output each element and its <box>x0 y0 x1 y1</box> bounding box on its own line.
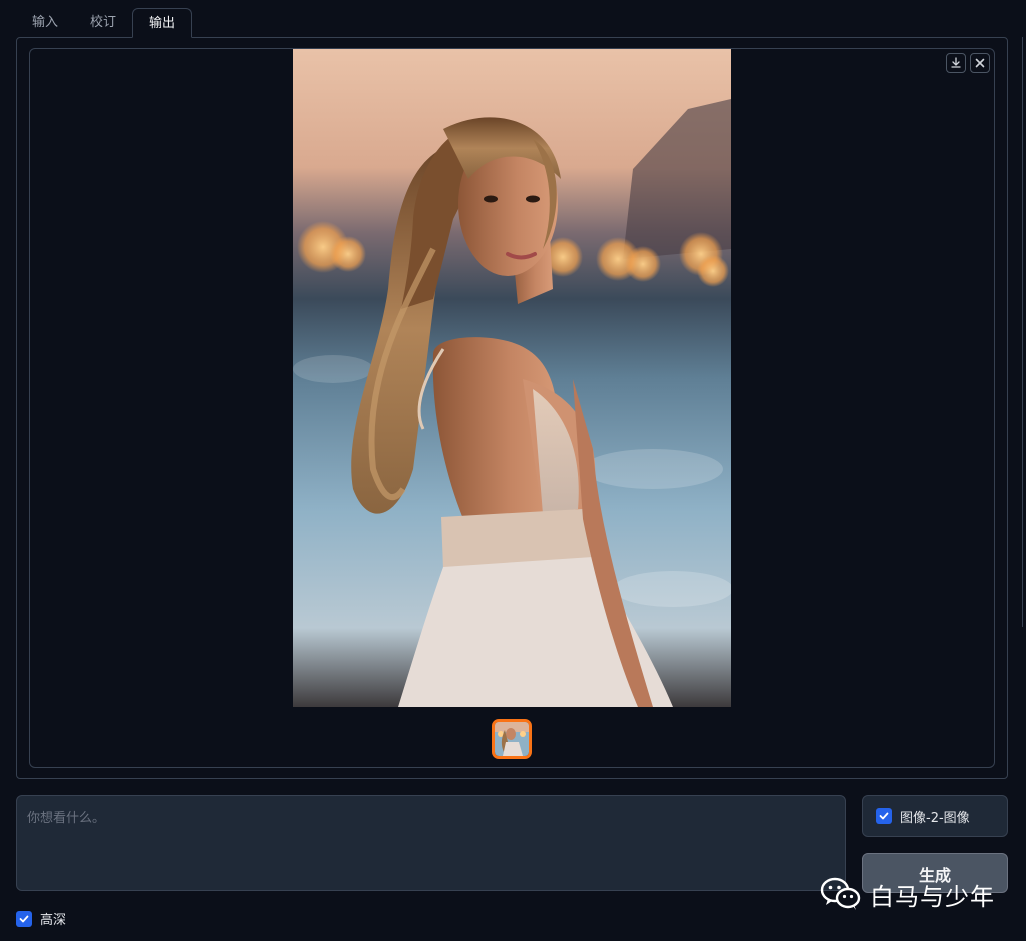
hd-label: 高深 <box>40 913 67 928</box>
generated-image <box>293 49 731 707</box>
watermark-text: 白马与少年 <box>870 882 995 911</box>
img2img-label: 图像-2-图像 <box>900 810 970 826</box>
download-icon[interactable] <box>946 53 966 73</box>
check-icon <box>19 915 29 922</box>
tab-output[interactable]: 输出 <box>132 8 193 38</box>
prompt-input[interactable] <box>17 796 845 890</box>
img2img-option[interactable]: 图像-2-图像 <box>862 795 1008 837</box>
scrollbar-edge <box>1022 37 1026 627</box>
tab-bar: 输入 校订 输出 <box>16 8 193 38</box>
watermark: 白马与少年 <box>820 876 995 912</box>
hd-option[interactable]: 高深 <box>16 909 66 928</box>
tab-revise[interactable]: 校订 <box>74 8 132 38</box>
close-icon[interactable] <box>970 53 990 73</box>
gallery-thumbnail[interactable] <box>492 719 532 759</box>
output-panel <box>16 37 1008 779</box>
image-gallery <box>29 48 995 768</box>
check-icon <box>879 812 889 820</box>
tab-input[interactable]: 输入 <box>16 8 74 38</box>
wechat-icon <box>820 877 861 910</box>
hd-checkbox[interactable] <box>16 910 32 927</box>
img2img-checkbox[interactable] <box>876 808 892 824</box>
prompt-textarea-wrap <box>16 795 846 891</box>
